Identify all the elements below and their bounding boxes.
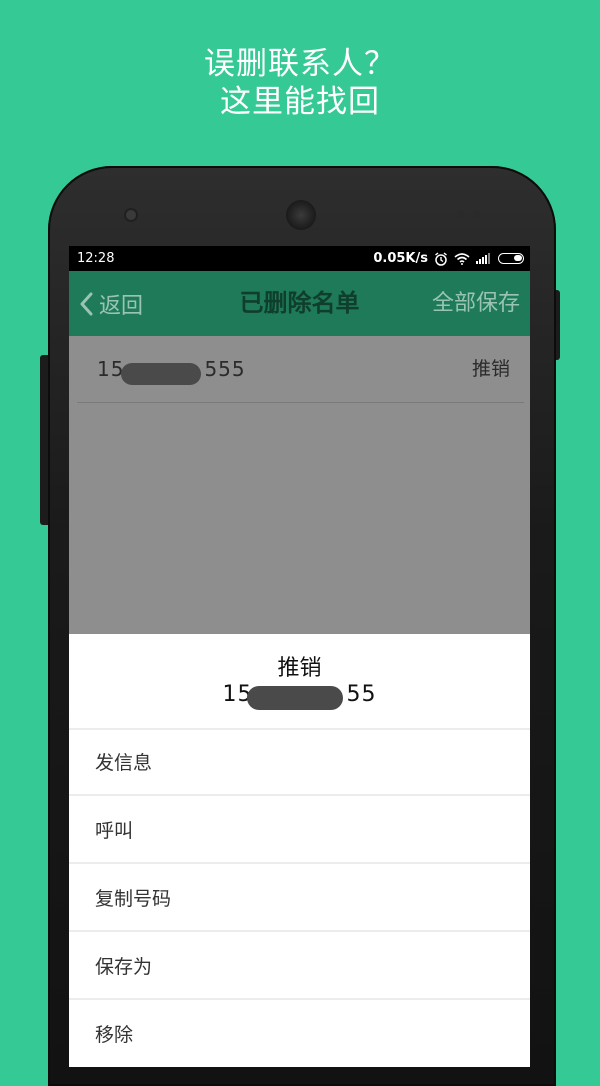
phone-volume-button	[40, 355, 48, 525]
divider	[69, 794, 530, 796]
menu-item-send-message[interactable]: 发信息	[69, 730, 530, 796]
redaction-mark	[121, 363, 201, 385]
battery-icon	[498, 253, 524, 264]
menu-item-remove[interactable]: 移除	[69, 1002, 530, 1067]
proximity-sensor-icon	[457, 211, 464, 218]
app-bar: 返回 已删除名单 全部保存	[69, 271, 530, 336]
light-sensor-icon	[473, 211, 480, 218]
status-time: 12:28	[77, 251, 115, 266]
menu-item-call[interactable]: 呼叫	[69, 798, 530, 864]
sheet-contact-name: 推销	[277, 656, 322, 681]
divider	[69, 998, 530, 1000]
menu-item-copy-number[interactable]: 复制号码	[69, 866, 530, 932]
divider	[77, 402, 524, 403]
signal-icon	[476, 253, 490, 264]
menu-item-save-as[interactable]: 保存为	[69, 934, 530, 1000]
wifi-icon	[454, 252, 470, 265]
redaction-mark	[247, 686, 343, 710]
divider	[69, 862, 530, 864]
earpiece-speaker-icon	[288, 202, 314, 228]
menu-item-label: 发信息	[95, 752, 153, 774]
network-speed: 0.05K/s	[373, 251, 428, 266]
promo-line-2: 这里能找回	[220, 84, 380, 120]
menu-item-label: 移除	[95, 1024, 134, 1046]
contact-name: 推销	[471, 358, 510, 380]
alarm-icon	[435, 251, 447, 266]
divider	[69, 930, 530, 932]
menu-item-label: 呼叫	[95, 820, 134, 842]
front-camera-icon	[126, 210, 136, 220]
save-all-button[interactable]: 全部保存	[432, 271, 520, 336]
promo-line-1: 误删联系人？	[204, 46, 396, 82]
action-sheet: 推销 15 55 发信息 呼叫 复制号码 保存为 移除	[69, 634, 530, 1067]
menu-item-label: 复制号码	[95, 888, 172, 910]
phone-screen: 12:28 0.05K/s 返回 已删除名单 全部保存 15 555 推销 推销…	[69, 246, 530, 1067]
menu-item-label: 保存为	[95, 956, 153, 978]
status-bar: 12:28 0.05K/s	[69, 246, 530, 271]
